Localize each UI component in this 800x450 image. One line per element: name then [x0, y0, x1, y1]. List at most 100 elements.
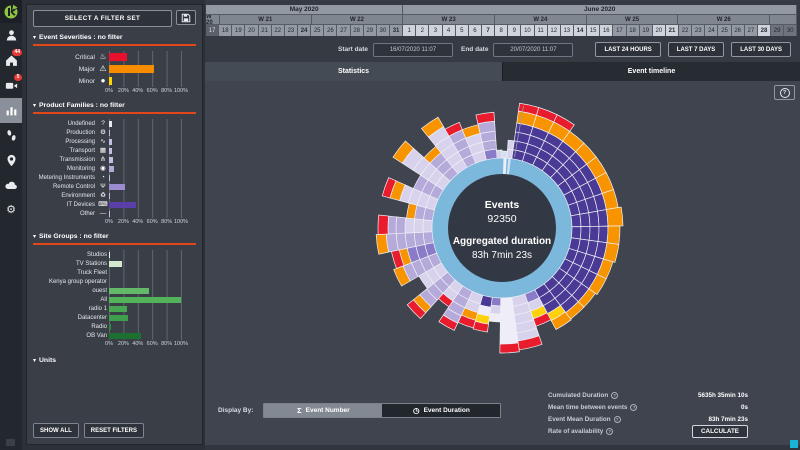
filter-row[interactable]: Datacenter — [33, 313, 196, 322]
timeline-day-cell[interactable]: 27 — [744, 25, 758, 36]
sunburst-segment[interactable] — [499, 342, 520, 354]
filter-row[interactable]: Environment ♻ — [33, 191, 196, 200]
save-filter-button[interactable] — [176, 10, 196, 25]
timeline-day-cell[interactable]: 15 — [587, 25, 601, 36]
sunburst-segment[interactable] — [489, 304, 501, 315]
sunburst-segment[interactable] — [488, 312, 501, 323]
filter-row[interactable]: Radio — [33, 322, 196, 331]
sunburst-segment[interactable] — [579, 226, 591, 241]
timeline-day-cell[interactable]: 14 — [573, 25, 588, 36]
sunburst-segment[interactable] — [499, 332, 519, 345]
timeline-day-cell[interactable]: 21 — [665, 25, 680, 36]
timeline-day-cell[interactable]: 25 — [311, 25, 325, 36]
show-all-button[interactable]: SHOW ALL — [33, 423, 79, 438]
timeline-day-cell[interactable]: 10 — [521, 25, 535, 36]
timeline-day-cell[interactable]: 22 — [679, 25, 693, 36]
timeline-day-cell[interactable]: 18 — [219, 25, 233, 36]
timeline-day-cell[interactable]: 13 — [560, 25, 574, 36]
info-icon[interactable]: ? — [630, 403, 638, 411]
timeline-day-cell[interactable]: 1 — [403, 25, 417, 36]
timeline-day-cell[interactable]: 19 — [639, 25, 653, 36]
filter-row[interactable]: Truck Fleet — [33, 268, 196, 277]
sunburst-segment[interactable] — [501, 150, 508, 159]
filter-row[interactable]: Processing ∿ — [33, 137, 196, 146]
timeline-day-cell[interactable]: 26 — [324, 25, 338, 36]
timeline-day-cell[interactable]: 29 — [363, 25, 377, 36]
sunburst-segment[interactable] — [597, 225, 609, 244]
sunburst-segment[interactable] — [422, 219, 433, 233]
sunburst-segment[interactable] — [500, 305, 515, 317]
timeline-day-cell[interactable]: 20 — [652, 25, 666, 36]
timeline-day-cell[interactable]: 20 — [245, 25, 259, 36]
filter-row[interactable]: TV Stations — [33, 259, 196, 268]
sidebar-item-users[interactable] — [0, 23, 22, 48]
info-icon[interactable]: ? — [606, 427, 614, 435]
timeline-day-cell[interactable]: 8 — [495, 25, 509, 36]
sidebar-item-home[interactable]: 44 — [0, 48, 22, 73]
sunburst-segment[interactable] — [588, 210, 600, 227]
sunburst-segment[interactable] — [499, 323, 518, 335]
timeline-day-cell[interactable]: 6 — [468, 25, 482, 36]
timeline-day-cell[interactable]: 21 — [258, 25, 272, 36]
timeline-day-cell[interactable]: 23 — [284, 25, 298, 36]
calculate-button[interactable]: CALCULATE — [691, 424, 748, 438]
timeline-day-cell[interactable]: 28 — [757, 25, 772, 36]
timeline-day-cell[interactable]: 26 — [731, 25, 745, 36]
timeline-day-cell[interactable]: 19 — [232, 25, 246, 36]
sunburst-segment[interactable] — [413, 218, 424, 233]
sunburst-segment[interactable] — [500, 296, 514, 308]
sunburst-segment[interactable] — [377, 214, 390, 235]
filter-row[interactable]: Minor ● — [33, 75, 196, 87]
sunburst-segment[interactable] — [579, 212, 591, 227]
timeline-day-cell[interactable]: 5 — [455, 25, 469, 36]
sunburst-segment[interactable] — [496, 149, 503, 159]
filter-row[interactable]: Transport ▦ — [33, 146, 196, 155]
sidebar-item-cloud[interactable] — [0, 173, 22, 198]
last-24-hours-button[interactable]: LAST 24 HOURS — [595, 42, 661, 57]
filter-row[interactable]: Metering Instruments ◔ — [33, 173, 196, 182]
display-by-event-duration[interactable]: ◷ Event Duration — [382, 404, 501, 417]
sunburst-segment[interactable] — [507, 139, 515, 151]
timeline-day-cell[interactable]: 3 — [429, 25, 443, 36]
tab-statistics[interactable]: Statistics — [205, 62, 502, 81]
sunburst-segment[interactable] — [597, 209, 609, 227]
reset-filters-button[interactable]: RESET FILTERS — [83, 423, 145, 438]
filter-row[interactable]: Production ⚙ — [33, 128, 196, 137]
timeline-day-cell[interactable]: 23 — [692, 25, 706, 36]
timeline-day-cell[interactable]: 29 — [771, 25, 785, 36]
timeline-day-cell[interactable]: 7 — [481, 25, 496, 36]
last-30-days-button[interactable]: LAST 30 DAYS — [731, 42, 792, 57]
sunburst-segment[interactable] — [395, 216, 406, 234]
timeline-day-cell[interactable]: 24 — [705, 25, 719, 36]
help-button[interactable]: ? — [774, 85, 795, 100]
timeline-day-cell[interactable]: 9 — [508, 25, 522, 36]
sunburst-segment[interactable] — [606, 225, 621, 245]
sunburst-segment[interactable] — [375, 233, 389, 255]
chat-widget[interactable] — [790, 440, 798, 448]
sunburst-segment[interactable] — [499, 314, 516, 326]
filter-row[interactable]: Undefined? — [33, 119, 196, 128]
filter-row[interactable]: Transmission ⋔ — [33, 155, 196, 164]
timeline-day-cell[interactable]: 30 — [376, 25, 390, 36]
start-date-input[interactable]: 16/07/2020 11:07 — [372, 42, 453, 57]
filter-row[interactable]: Other — — [33, 209, 196, 218]
timeline-day-cell[interactable]: 22 — [271, 25, 285, 36]
timeline-day-cell[interactable]: 17 — [613, 25, 627, 36]
timeline-day-cell[interactable]: 11 — [534, 25, 548, 36]
sunburst-segment[interactable] — [570, 226, 582, 240]
timeline-day-cell[interactable]: 16 — [600, 25, 614, 36]
sunburst-segment[interactable] — [570, 213, 582, 228]
app-logo[interactable] — [0, 0, 22, 23]
sidebar-item-statistics[interactable] — [0, 98, 22, 123]
timeline-day-cell[interactable]: 27 — [337, 25, 351, 36]
sunburst-segment[interactable] — [490, 296, 502, 307]
sidebar-item-tracking[interactable] — [0, 123, 22, 148]
sidebar-item-settings[interactable]: ⚙ — [0, 198, 22, 223]
select-filter-set-button[interactable]: SELECT A FILTER SET — [33, 10, 172, 27]
sunburst-segment[interactable] — [506, 148, 514, 160]
section-header-units[interactable]: ▾ Units — [33, 357, 196, 364]
filter-row[interactable]: Kenya group operator — [33, 277, 196, 286]
sidebar-item-map[interactable] — [0, 148, 22, 173]
sunburst-segment[interactable] — [404, 217, 415, 234]
last-7-days-button[interactable]: LAST 7 DAYS — [667, 42, 725, 57]
